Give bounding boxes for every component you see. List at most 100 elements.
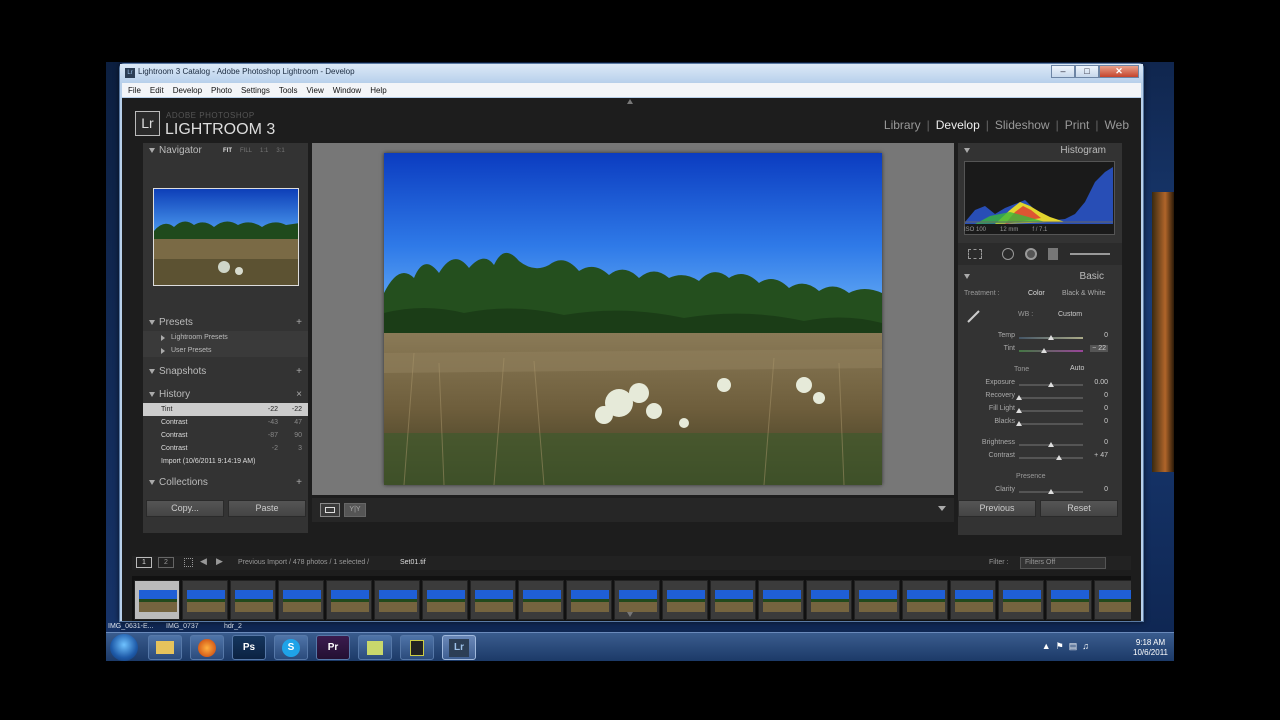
menu-photo[interactable]: Photo [211,86,232,95]
slider-clarity[interactable]: Clarity 0 [958,486,1118,499]
slider-contrast[interactable]: Contrast + 47 [958,452,1118,465]
crop-tool-icon[interactable] [968,249,982,259]
module-slideshow[interactable]: Slideshow [995,118,1050,132]
zoom-fit[interactable]: FIT [223,143,232,159]
taskbar-photoshop[interactable]: Ps [232,635,266,660]
filmstrip-thumbnail[interactable] [710,580,756,620]
module-develop[interactable]: Develop [936,118,980,132]
desktop-icon-label[interactable]: IMG_0631-E... [108,623,154,630]
slider-fill-light[interactable]: Fill Light 0 [958,405,1118,418]
basic-header[interactable]: Basic [958,269,1122,285]
slider-brightness[interactable]: Brightness 0 [958,439,1118,452]
menu-develop[interactable]: Develop [173,86,202,95]
filmstrip-filename[interactable]: Set01.tif [400,559,426,566]
module-web[interactable]: Web [1105,118,1129,132]
add-preset-icon[interactable]: + [296,315,302,331]
navigator-header[interactable]: Navigator FIT FILL 1:1 3:1 [143,143,308,159]
bottom-panel-toggle-icon[interactable] [627,612,633,617]
slider-tint[interactable]: Tint − 22 [958,345,1118,358]
graduated-filter-icon[interactable] [1048,248,1058,260]
filmstrip-thumbnail[interactable] [566,580,612,620]
filmstrip-thumbnail[interactable] [278,580,324,620]
history-item[interactable]: Contrast -43 47 [143,416,308,429]
loupe-view-button[interactable] [320,503,340,517]
copy-button[interactable]: Copy... [146,500,224,517]
menu-help[interactable]: Help [370,86,386,95]
taskbar-notes[interactable] [358,635,392,660]
desktop-icon-label[interactable]: hdr_2 [224,623,242,630]
filmstrip-thumbnail[interactable] [854,580,900,620]
add-snapshot-icon[interactable]: + [296,364,302,380]
filter-select[interactable]: Filters Off [1020,557,1106,569]
filmstrip-thumbnail[interactable] [902,580,948,620]
filmstrip-thumbnail[interactable] [374,580,420,620]
taskbar-explorer[interactable] [148,635,182,660]
maximize-button[interactable]: □ [1075,65,1099,78]
filmstrip-thumbnail[interactable] [518,580,564,620]
taskbar-lightroom[interactable]: Lr [442,635,476,660]
menu-window[interactable]: Window [333,86,361,95]
taskbar-firefox[interactable] [190,635,224,660]
module-print[interactable]: Print [1065,118,1090,132]
auto-tone-button[interactable]: Auto [1070,365,1084,372]
filmstrip-thumbnail[interactable] [950,580,996,620]
main-photo[interactable] [384,153,882,485]
spot-removal-icon[interactable] [1002,248,1014,260]
slider-blacks[interactable]: Blacks 0 [958,418,1118,431]
before-after-button[interactable]: Y|Y [344,503,366,517]
window-2-button[interactable]: 2 [158,557,174,568]
filmstrip-thumbnail[interactable] [1046,580,1092,620]
filmstrip-thumbnail[interactable] [758,580,804,620]
zoom-fill[interactable]: FILL [240,143,252,159]
history-item[interactable]: Import (10/6/2011 9:14:19 AM) [143,455,308,468]
slider-exposure[interactable]: Exposure 0.00 [958,379,1118,392]
filmstrip-thumbnail[interactable] [998,580,1044,620]
filmstrip-thumbnail[interactable] [230,580,276,620]
toolbar-menu-icon[interactable] [938,506,946,511]
minimize-button[interactable]: – [1051,65,1075,78]
close-button[interactable]: ✕ [1099,65,1139,78]
navigator-thumbnail[interactable] [153,188,299,286]
taskbar-skype[interactable]: S [274,635,308,660]
add-collection-icon[interactable]: + [296,475,302,491]
filmstrip-thumbnail[interactable] [614,580,660,620]
preset-folder[interactable]: User Presets [143,344,308,357]
filmstrip-thumbnail[interactable] [1094,580,1131,620]
menu-settings[interactable]: Settings [241,86,270,95]
histogram-header[interactable]: Histogram [958,143,1122,159]
slider-temp[interactable]: Temp 0 [958,332,1118,345]
forward-arrow-icon[interactable]: ▶ [216,556,223,567]
history-item[interactable]: Contrast -2 3 [143,442,308,455]
filmstrip-thumbnail[interactable] [326,580,372,620]
taskbar-premiere[interactable]: Pr [316,635,350,660]
menu-file[interactable]: File [128,86,141,95]
reset-button[interactable]: Reset [1040,500,1118,517]
history-item[interactable]: Tint -22 -22 [143,403,308,416]
top-panel-toggle-icon[interactable] [627,99,633,104]
clear-history-icon[interactable]: × [296,387,302,403]
wb-eyedropper-icon[interactable] [966,308,982,324]
presets-header[interactable]: Presets + [143,315,308,331]
paste-button[interactable]: Paste [228,500,306,517]
taskbar-camera[interactable] [400,635,434,660]
red-eye-icon[interactable] [1025,248,1037,260]
start-button[interactable] [110,634,138,661]
treatment-color[interactable]: Color [1028,290,1045,297]
filmstrip-thumbnail[interactable] [470,580,516,620]
filmstrip-thumbnail[interactable] [806,580,852,620]
menu-tools[interactable]: Tools [279,86,298,95]
previous-button[interactable]: Previous [958,500,1036,517]
treatment-bw[interactable]: Black & White [1062,290,1106,297]
filmstrip-source[interactable]: Previous Import / 478 photos / 1 selecte… [238,559,369,566]
menu-view[interactable]: View [307,86,324,95]
history-item[interactable]: Contrast -87 90 [143,429,308,442]
filmstrip-thumbnail[interactable] [422,580,468,620]
snapshots-header[interactable]: Snapshots + [143,364,308,380]
filmstrip-thumbnail[interactable] [134,580,180,620]
zoom-3-1[interactable]: 3:1 [276,143,284,159]
desktop-icon-label[interactable]: IMG_0737 [166,623,199,630]
module-library[interactable]: Library [884,118,921,132]
title-bar[interactable]: Lr Lightroom 3 Catalog - Adobe Photoshop… [120,64,1143,82]
menu-edit[interactable]: Edit [150,86,164,95]
window-1-button[interactable]: 1 [136,557,152,568]
